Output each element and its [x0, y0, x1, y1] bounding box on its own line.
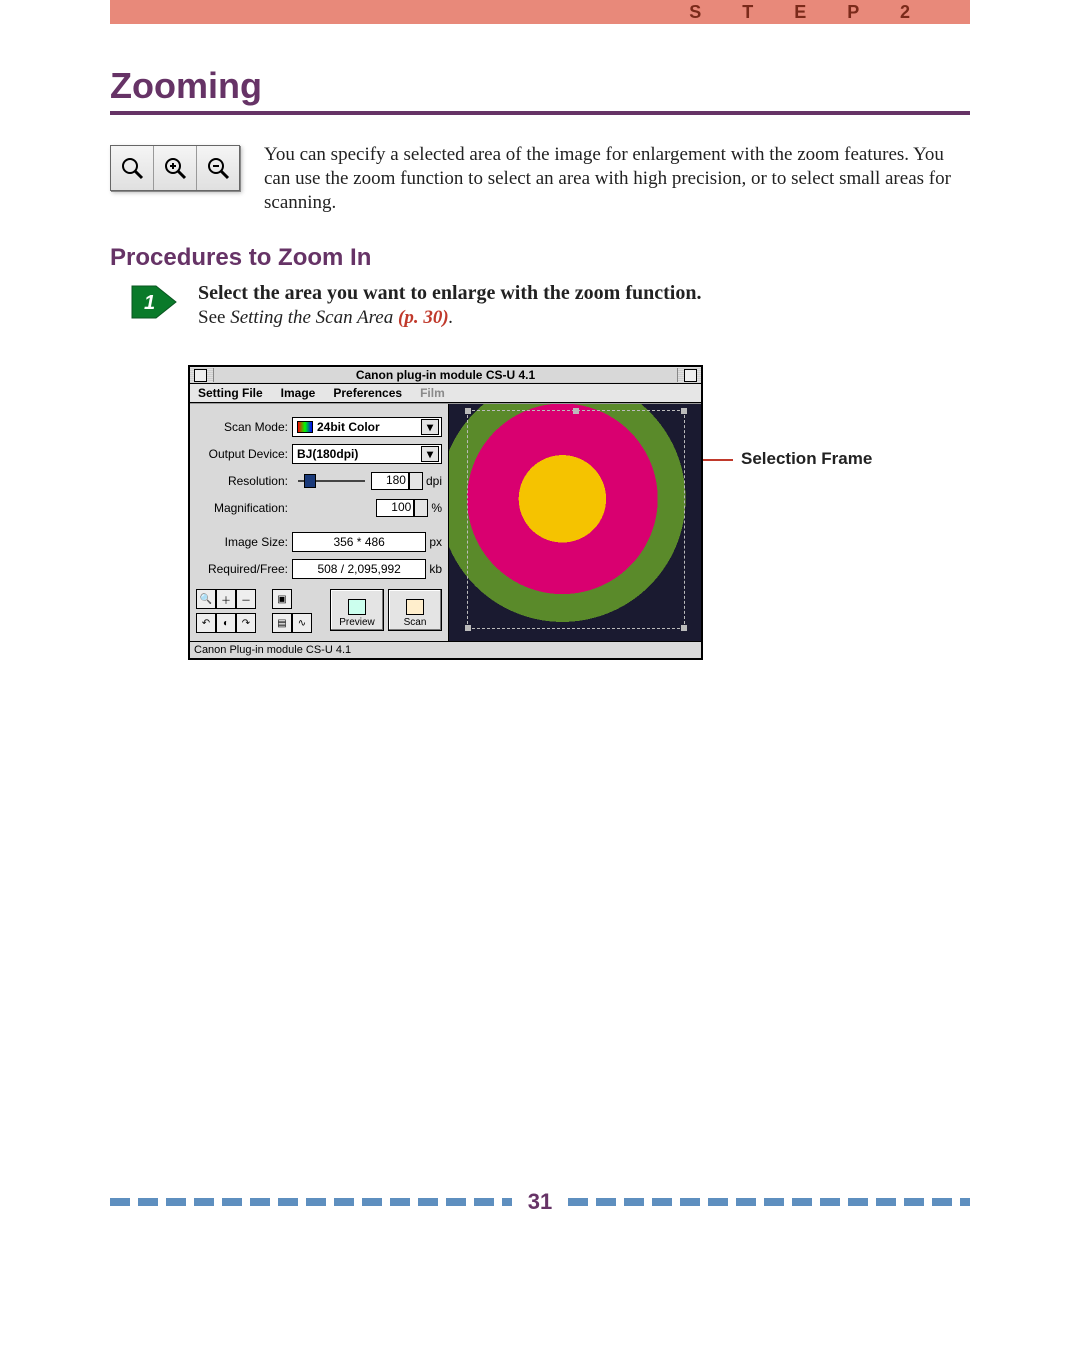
rotate-right-icon[interactable]: ↷: [236, 613, 256, 633]
preview-button[interactable]: Preview: [330, 589, 384, 631]
scan-mode-label: Scan Mode:: [196, 420, 292, 434]
zoom-in-icon[interactable]: ＋: [216, 589, 236, 609]
step-1-headline: Select the area you want to enlarge with…: [198, 282, 701, 305]
page-footer: 31: [110, 1189, 970, 1215]
scanner-window: Canon plug-in module CS-U 4.1 Setting Fi…: [188, 365, 703, 660]
zoom-in-icon: [154, 146, 197, 190]
zoom-out-icon: [197, 146, 239, 190]
image-size-unit: px: [426, 535, 442, 549]
required-free-label: Required/Free:: [196, 562, 292, 576]
selection-frame[interactable]: [467, 410, 685, 629]
output-device-label: Output Device:: [196, 447, 292, 461]
zoom-out-icon[interactable]: －: [236, 589, 256, 609]
intro-text: You can specify a selected area of the i…: [264, 143, 970, 214]
image-size-value: 356 * 486: [292, 532, 426, 552]
required-free-value: 508 / 2,095,992: [292, 559, 426, 579]
chevron-down-icon: ▾: [421, 446, 439, 462]
rotate-left-icon[interactable]: ↶: [196, 613, 216, 633]
controls-panel: Scan Mode: 24bit Color ▾ Output Device: …: [190, 404, 448, 641]
callout-line: [703, 459, 733, 461]
required-free-unit: kb: [426, 562, 442, 576]
magnification-label: Magnification:: [196, 501, 292, 515]
curve-icon[interactable]: ∿: [292, 613, 312, 633]
step-label: S T E P 2: [689, 2, 928, 23]
menubar: Setting File Image Preferences Film: [190, 384, 701, 403]
mirror-icon[interactable]: ◐: [216, 613, 236, 633]
resolution-slider[interactable]: [298, 474, 365, 488]
zoom-reset-icon[interactable]: 🔍: [196, 589, 216, 609]
close-box-icon[interactable]: [194, 369, 207, 382]
preview-icon: [348, 599, 366, 615]
title-rule: [110, 111, 970, 115]
window-title: Canon plug-in module CS-U 4.1: [213, 368, 678, 382]
menu-film: Film: [420, 386, 445, 400]
footer-rule-left: [110, 1198, 512, 1206]
preview-image[interactable]: [448, 404, 701, 641]
menu-preferences[interactable]: Preferences: [333, 386, 402, 400]
resolution-field[interactable]: 180: [371, 472, 409, 490]
scan-mode-select[interactable]: 24bit Color ▾: [292, 417, 442, 437]
scan-icon: [406, 599, 424, 615]
zoom-box-icon[interactable]: [684, 369, 697, 382]
menu-setting-file[interactable]: Setting File: [198, 386, 263, 400]
zoom-reset-icon: [111, 146, 154, 190]
magnification-unit: %: [428, 501, 442, 515]
page-title: Zooming: [110, 65, 970, 107]
step-banner: S T E P 2: [110, 0, 970, 24]
callout-label: Selection Frame: [741, 449, 872, 469]
histogram-icon[interactable]: ▤: [272, 613, 292, 633]
output-device-select[interactable]: BJ(180dpi) ▾: [292, 444, 442, 464]
image-size-label: Image Size:: [196, 535, 292, 549]
step-1-reference: See Setting the Scan Area (p. 30).: [198, 307, 701, 329]
status-bar: Canon Plug-in module CS-U 4.1: [190, 641, 701, 658]
svg-text:1: 1: [144, 292, 155, 314]
page-number: 31: [512, 1189, 568, 1215]
section-heading: Procedures to Zoom In: [110, 244, 970, 272]
crop-icon[interactable]: ▣: [272, 589, 292, 609]
footer-rule-right: [568, 1198, 970, 1206]
resolution-label: Resolution:: [196, 474, 292, 488]
scan-button[interactable]: Scan: [388, 589, 442, 631]
zoom-icons-illustration: [110, 145, 240, 191]
chevron-down-icon: ▾: [421, 419, 439, 435]
window-titlebar: Canon plug-in module CS-U 4.1: [190, 367, 701, 384]
menu-image[interactable]: Image: [281, 386, 316, 400]
magnification-field[interactable]: 100: [376, 499, 414, 517]
page-ref-link[interactable]: (p. 30): [398, 307, 449, 328]
resolution-stepper[interactable]: [409, 472, 423, 490]
color-swatch-icon: [297, 421, 313, 433]
step-1-marker: 1: [130, 282, 180, 322]
magnification-stepper[interactable]: [414, 499, 428, 517]
resolution-unit: dpi: [423, 474, 442, 488]
